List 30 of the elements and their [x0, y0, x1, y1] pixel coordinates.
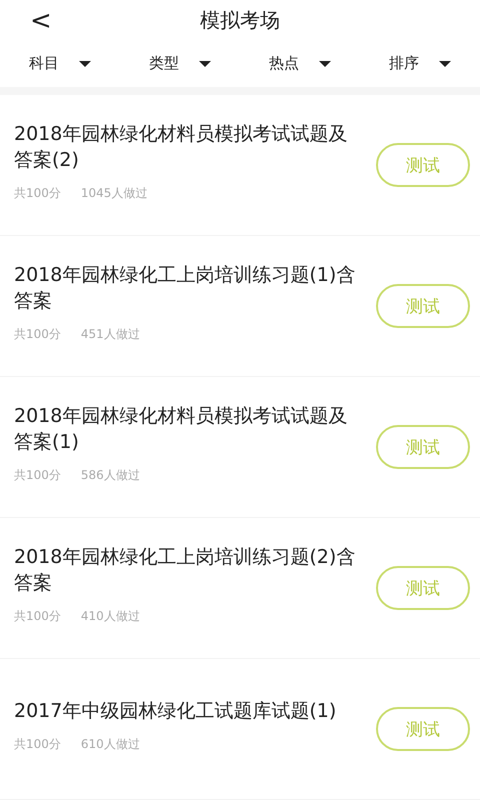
exam-card[interactable]: 2018年园林绿化材料员模拟考试试题及答案(2) 共100分 1045人做过 测试	[0, 95, 480, 236]
taken-count: 451人做过	[80, 326, 140, 342]
exam-title: 2018年园林绿化材料员模拟考试试题及答案(1)	[14, 404, 348, 454]
filter-dropdown[interactable]: 类型	[120, 50, 240, 78]
caret-icon	[79, 60, 91, 67]
filter-dropdown[interactable]: 排序	[360, 50, 480, 78]
score-label: 共100分	[14, 326, 61, 342]
taken-count: 1045人做过	[80, 184, 148, 202]
caret-icon	[199, 60, 211, 67]
exam-card[interactable]: 2018年园林绿化工上岗培训练习题(2)含答案 共100分 410人做过 测试	[0, 518, 480, 659]
taken-count: 610人做过	[80, 736, 140, 752]
exam-title: 2018年园林绿化材料员模拟考试试题及答案(2)	[14, 122, 348, 172]
caret-icon	[319, 60, 331, 67]
exam-title: 2018年园林绿化工上岗培训练习题(2)含答案	[14, 544, 356, 596]
taken-count: 410人做过	[80, 608, 140, 624]
score-label: 共100分	[14, 466, 61, 484]
score-label: 共100分	[14, 736, 61, 752]
score-label: 共100分	[14, 184, 61, 202]
score-label: 共100分	[14, 608, 61, 624]
exam-card[interactable]: 2017年中级园林绿化工试题库试题(1) 共100分 610人做过 测试	[0, 659, 480, 800]
filter-dropdown[interactable]: 科目	[0, 50, 120, 78]
back-button[interactable]: <	[24, 6, 58, 36]
taken-count: 586人做过	[80, 466, 140, 484]
caret-icon	[439, 60, 451, 67]
exam-title: 2017年中级园林绿化工试题库试题(1)	[14, 698, 338, 724]
page-title: 模拟考场	[200, 6, 280, 34]
exam-title: 2018年园林绿化工上岗培训练习题(1)含答案	[14, 262, 356, 314]
exam-card[interactable]: 2018年园林绿化材料员模拟考试试题及答案(1) 共100分 586人做过 测试	[0, 377, 480, 518]
exam-card[interactable]: 2018年园林绿化工上岗培训练习题(1)含答案 共100分 451人做过 测试	[0, 236, 480, 377]
filter-dropdown[interactable]: 热点	[240, 50, 360, 78]
